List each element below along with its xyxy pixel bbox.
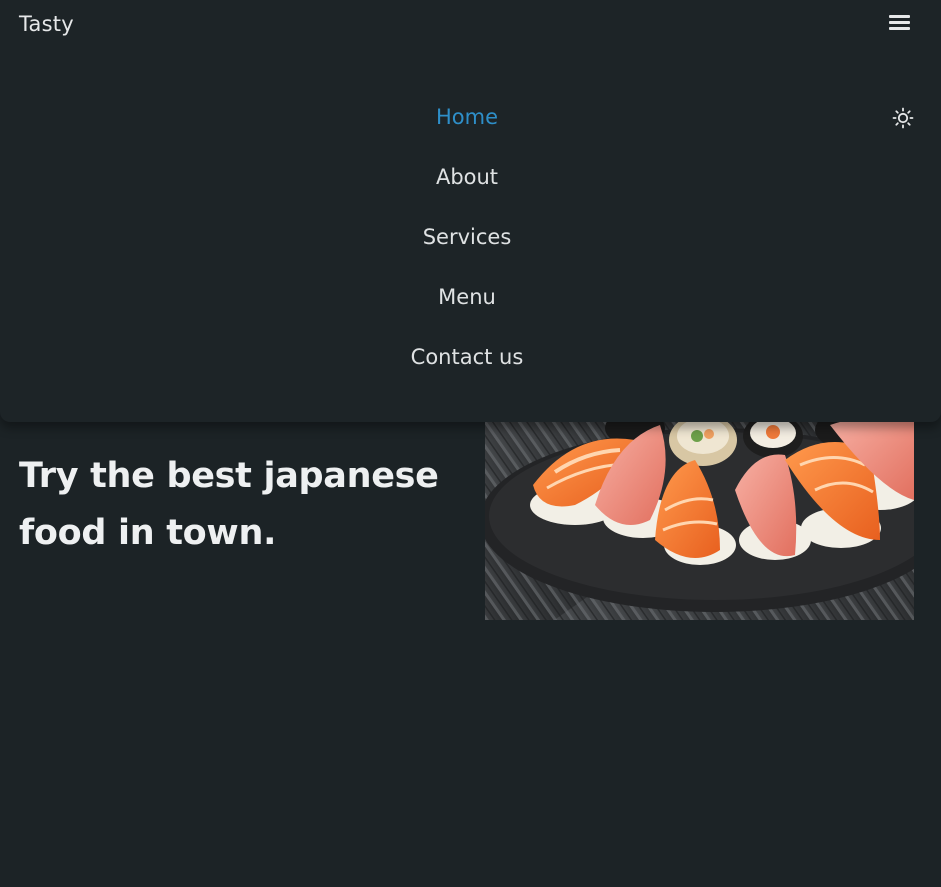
nav-link-services[interactable]: Services (423, 225, 512, 249)
hamburger-line (889, 21, 910, 24)
sun-icon[interactable] (892, 107, 914, 129)
nav-panel: Tasty Home About Services Menu Contact u… (0, 0, 941, 422)
nav-item-about: About (0, 158, 934, 218)
nav-link-about[interactable]: About (436, 165, 498, 189)
hamburger-menu-icon[interactable] (889, 14, 910, 32)
nav-item-home: Home (0, 98, 934, 158)
logo[interactable]: Tasty (19, 12, 74, 36)
nav-link-contact[interactable]: Contact us (411, 345, 524, 369)
nav-link-home[interactable]: Home (436, 105, 498, 129)
hero-title: Try the best japanese food in town. (19, 456, 439, 553)
nav-item-contact: Contact us (0, 338, 934, 398)
hamburger-line (889, 15, 910, 18)
nav-list: Home About Services Menu Contact us (0, 98, 934, 398)
nav-item-services: Services (0, 218, 934, 278)
hamburger-line (889, 27, 910, 30)
nav-item-menu: Menu (0, 278, 934, 338)
page: Tasty Home About Services Menu Contact u… (0, 0, 941, 887)
nav-link-menu[interactable]: Menu (438, 285, 496, 309)
sushi-platter-image (485, 400, 914, 620)
